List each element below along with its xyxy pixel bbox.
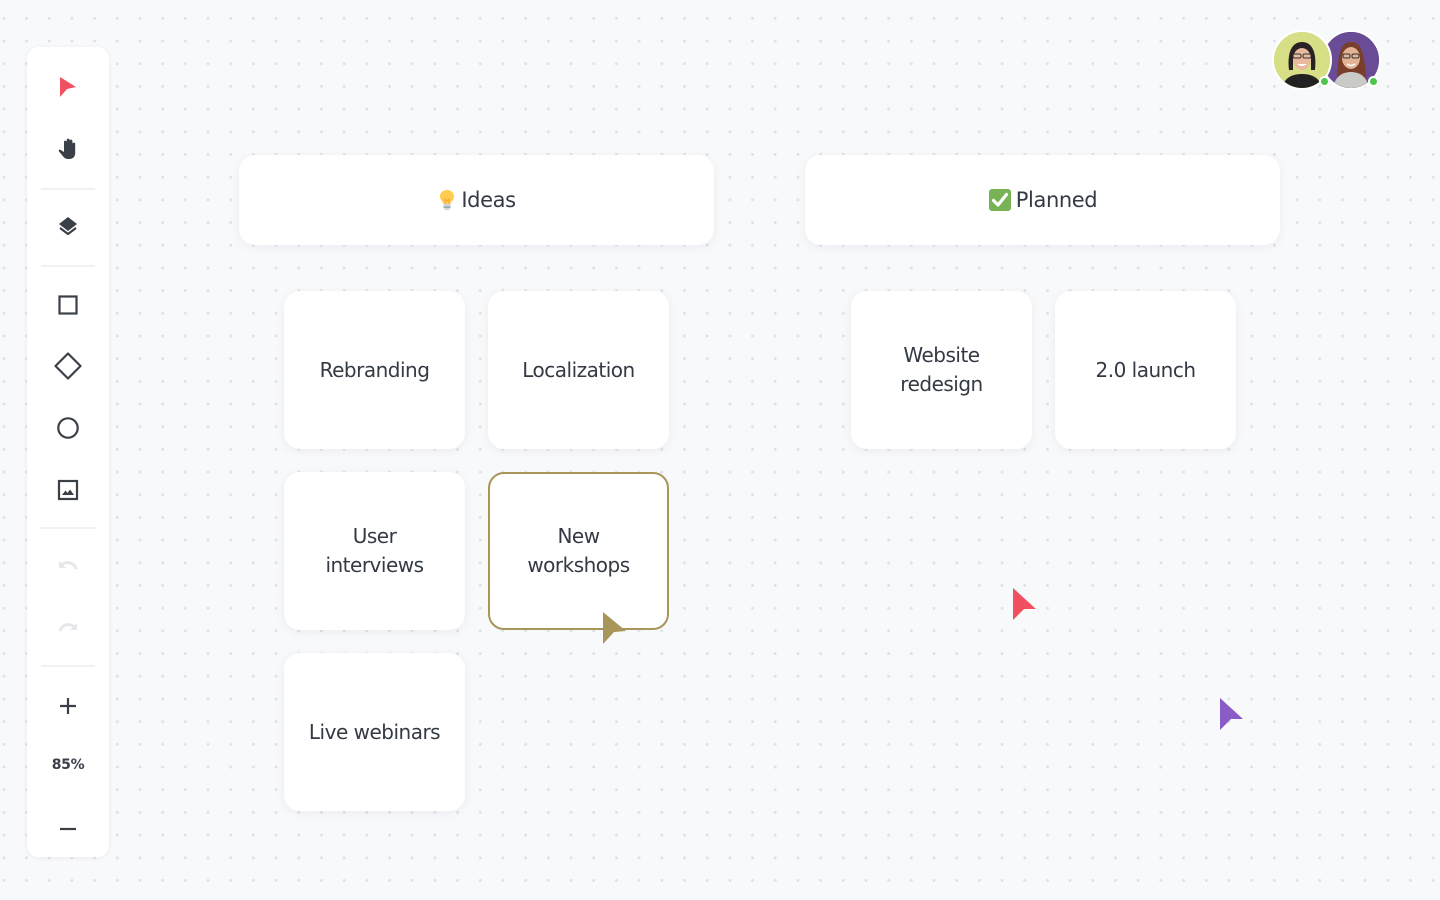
online-status-indicator	[1319, 76, 1330, 87]
redo-icon	[58, 623, 77, 632]
toolbar-separator	[41, 265, 95, 267]
card-label: User interviews	[325, 524, 424, 577]
image-icon	[57, 479, 79, 501]
rectangle-tool-button[interactable]	[27, 283, 109, 327]
collaborator-avatars	[1272, 30, 1384, 94]
undo-button[interactable]	[27, 545, 109, 589]
zoom-level: 85%	[51, 757, 85, 773]
check-mark-button-icon	[988, 188, 1012, 212]
toolbar-separator	[41, 527, 95, 529]
ellipse-tool-button[interactable]	[27, 406, 109, 450]
card-label: New workshops	[527, 524, 630, 577]
undo-icon	[59, 561, 78, 570]
toolbar-separator	[41, 665, 95, 667]
card-2-0-launch[interactable]: 2.0 launch	[1055, 291, 1236, 449]
diamond-icon	[54, 352, 82, 380]
image-tool-button[interactable]	[27, 468, 109, 512]
column-title: Ideas	[461, 188, 516, 212]
card-localization[interactable]: Localization	[488, 291, 669, 449]
card-new-workshops[interactable]: New workshops	[488, 472, 669, 630]
hand-icon	[58, 138, 76, 159]
card-live-webinars[interactable]: Live webinars	[284, 653, 465, 811]
card-label: Live webinars	[308, 719, 441, 744]
card-label: Website redesign	[900, 343, 983, 396]
diamond-tool-button[interactable]	[27, 344, 109, 388]
card-label: Rebranding	[319, 357, 430, 382]
column-header-planned[interactable]: Planned	[805, 155, 1280, 245]
select-tool-button[interactable]	[27, 65, 109, 109]
zoom-out-button[interactable]	[27, 807, 109, 851]
light-bulb-icon	[437, 189, 457, 211]
circle-icon	[57, 417, 79, 439]
collaborator-cursor-red	[1012, 587, 1038, 621]
zoom-in-button[interactable]	[27, 684, 109, 728]
card-rebranding[interactable]: Rebranding	[284, 291, 465, 449]
cursor-arrow-icon	[1220, 698, 1243, 730]
minus-icon	[60, 827, 76, 831]
square-icon	[58, 295, 78, 315]
online-status-indicator	[1368, 76, 1379, 87]
hand-tool-button[interactable]	[27, 127, 109, 171]
collaborator-cursor-purple	[1219, 697, 1245, 731]
redo-button[interactable]	[27, 607, 109, 651]
pointer-arrow-icon	[60, 77, 76, 97]
column-title: Planned	[1015, 188, 1098, 212]
layers-button[interactable]	[27, 204, 109, 248]
card-website-redesign[interactable]: Website redesign	[851, 291, 1032, 449]
card-label: 2.0 launch	[1095, 357, 1197, 382]
card-user-interviews[interactable]: User interviews	[284, 472, 465, 630]
toolbar: 85%	[27, 47, 109, 857]
toolbar-separator	[41, 188, 95, 190]
card-label: Localization	[522, 357, 635, 382]
column-header-ideas[interactable]: Ideas	[239, 155, 714, 245]
cursor-arrow-icon	[1013, 588, 1036, 620]
plus-icon	[60, 698, 76, 714]
layers-icon	[59, 217, 77, 236]
